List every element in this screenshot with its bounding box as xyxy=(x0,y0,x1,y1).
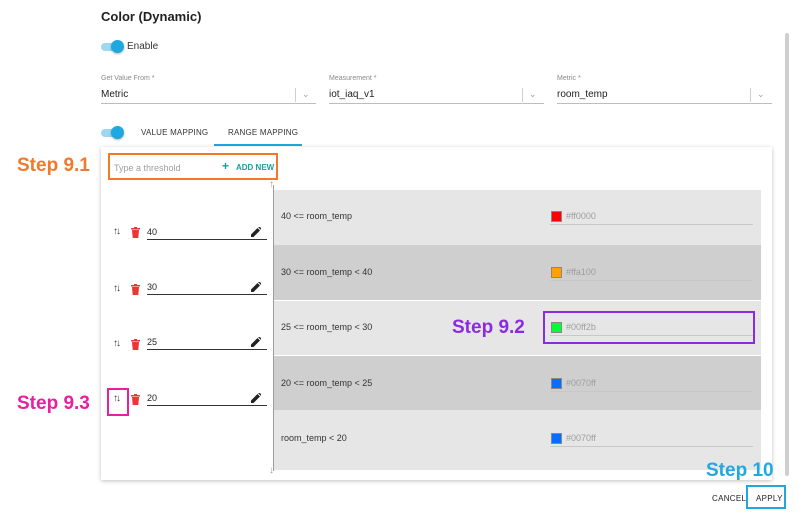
chevron-down-icon[interactable]: ⌄ xyxy=(757,89,765,100)
cancel-button[interactable]: CANCEL xyxy=(712,494,746,503)
enable-toggle[interactable] xyxy=(101,40,124,53)
hex-underline xyxy=(550,391,753,392)
threshold-value[interactable]: 20 xyxy=(147,393,157,403)
range-label: 25 <= room_temp < 30 xyxy=(281,322,373,332)
color-swatch[interactable] xyxy=(551,211,562,222)
enable-label: Enable xyxy=(127,41,159,52)
mapping-toggle[interactable] xyxy=(101,126,124,139)
color-swatch[interactable] xyxy=(551,267,562,278)
pencil-icon[interactable] xyxy=(251,282,261,292)
sort-icon[interactable]: ↑↓ xyxy=(113,338,121,349)
active-tab-indicator xyxy=(214,144,302,146)
band-divider xyxy=(274,300,761,301)
color-swatch[interactable] xyxy=(551,378,562,389)
metric-select[interactable]: room_temp xyxy=(557,89,608,100)
sort-icon[interactable]: ↑↓ xyxy=(113,283,121,294)
get-value-from-label: Get Value From * xyxy=(101,75,155,82)
get-value-from-select[interactable]: Metric xyxy=(101,89,128,100)
range-label: room_temp < 20 xyxy=(281,433,347,443)
field-underline xyxy=(101,103,316,104)
trash-icon[interactable] xyxy=(131,394,140,405)
range-label: 40 <= room_temp xyxy=(281,211,353,221)
step-9-3-label: Step 9.3 xyxy=(17,393,90,414)
metric-label: Metric * xyxy=(557,75,581,82)
tab-value-mapping[interactable]: VALUE MAPPING xyxy=(141,128,208,137)
scrollbar[interactable] xyxy=(785,33,789,476)
pencil-icon[interactable] xyxy=(251,337,261,347)
threshold-value[interactable]: 30 xyxy=(147,282,157,292)
pencil-icon[interactable] xyxy=(251,227,261,237)
chevron-down-icon[interactable]: ⌄ xyxy=(302,89,310,100)
range-band xyxy=(274,410,761,470)
color-swatch[interactable] xyxy=(551,433,562,444)
step-10-label: Step 10 xyxy=(706,460,774,481)
hex-underline xyxy=(550,224,753,225)
color-hex-input[interactable]: #0070ff xyxy=(566,433,596,443)
field-underline xyxy=(557,103,772,104)
step-9-3-highlight xyxy=(107,388,129,416)
step-10-highlight xyxy=(746,485,786,509)
toggle-knob xyxy=(111,126,124,139)
step-9-1-label: Step 9.1 xyxy=(17,155,90,176)
select-divider xyxy=(295,88,296,102)
select-divider xyxy=(750,88,751,102)
hex-underline xyxy=(550,446,753,447)
measurement-label: Measurement * xyxy=(329,75,377,82)
toggle-knob xyxy=(111,40,124,53)
color-hex-input[interactable]: #ffa100 xyxy=(566,267,596,277)
step-9-2-highlight xyxy=(543,311,755,344)
trash-icon[interactable] xyxy=(131,284,140,295)
threshold-value[interactable]: 25 xyxy=(147,337,157,347)
section-title: Color (Dynamic) xyxy=(101,9,202,24)
sort-icon[interactable]: ↑↓ xyxy=(113,226,121,237)
trash-icon[interactable] xyxy=(131,339,140,350)
step-9-2-label: Step 9.2 xyxy=(452,317,525,338)
color-hex-input[interactable]: #0070ff xyxy=(566,378,596,388)
chevron-down-icon[interactable]: ⌄ xyxy=(529,89,537,100)
step-9-1-highlight xyxy=(108,153,278,180)
threshold-underline xyxy=(147,239,267,240)
field-underline xyxy=(329,103,544,104)
trash-icon[interactable] xyxy=(131,227,140,238)
pencil-icon[interactable] xyxy=(251,393,261,403)
band-divider xyxy=(274,355,761,356)
threshold-underline xyxy=(147,405,267,406)
axis-up-arrow-icon: ↑ xyxy=(269,179,274,190)
threshold-underline xyxy=(147,294,267,295)
color-hex-input[interactable]: #ff0000 xyxy=(566,211,596,221)
range-label: 30 <= room_temp < 40 xyxy=(281,267,373,277)
range-label: 20 <= room_temp < 25 xyxy=(281,378,373,388)
hex-underline xyxy=(550,280,753,281)
tab-range-mapping[interactable]: RANGE MAPPING xyxy=(228,128,298,137)
threshold-underline xyxy=(147,349,267,350)
threshold-value[interactable]: 40 xyxy=(147,227,157,237)
measurement-select[interactable]: iot_iaq_v1 xyxy=(329,89,375,100)
select-divider xyxy=(522,88,523,102)
